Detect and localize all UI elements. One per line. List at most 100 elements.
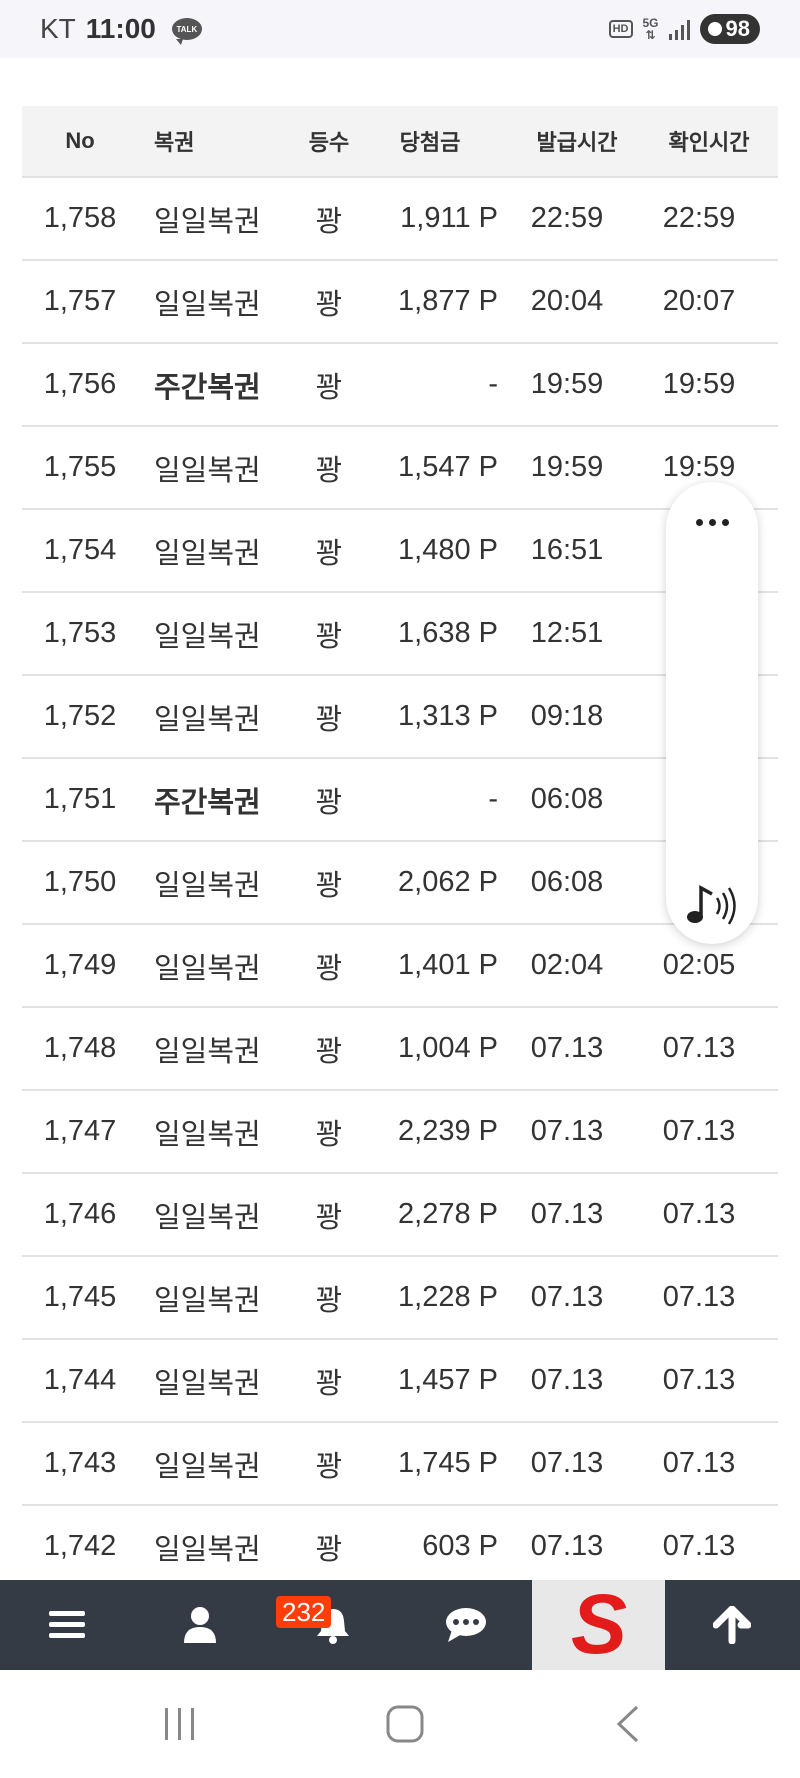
hd-voice-icon: HD [608,20,633,38]
table-row[interactable]: 1,758 일일복권 꽝 1,911 P 22:59 22:59 [22,178,778,261]
row-no: 1,751 [43,783,117,815]
row-type: 일일복권 [154,1450,261,1483]
row-no: 1,758 [43,202,117,234]
row-rank: 꽝 [315,1201,343,1234]
table-row[interactable]: 1,747 일일복권 꽝 2,239 P 07.13 07.13 [22,1091,778,1174]
row-type: 주간복권 [154,786,261,819]
row-rank: 꽝 [315,1118,343,1151]
row-prize: 1,638 P [398,617,498,649]
chat-icon [445,1608,486,1642]
row-no: 1,747 [43,1115,117,1147]
row-no: 1,756 [43,368,117,400]
table-row[interactable]: 1,742 일일복권 꽝 603 P 07.13 07.13 [22,1506,778,1589]
row-prize: - [488,368,498,400]
network-label: 5G [642,16,659,30]
row-issue-time: 07.13 [530,1115,604,1147]
row-issue-time: 02:04 [530,949,604,981]
row-check-time: 20:07 [662,285,736,317]
row-check-time: 07.13 [662,1198,736,1230]
floating-media-widget[interactable] [666,482,758,944]
row-issue-time: 07.13 [530,1281,604,1313]
recent-apps-button[interactable] [130,1670,230,1778]
row-check-time: 19:59 [662,368,736,400]
row-prize: 1,401 P [398,949,498,981]
row-check-time: 07.13 [662,1447,736,1479]
table-row[interactable]: 1,749 일일복권 꽝 1,401 P 02:04 02:05 [22,925,778,1008]
row-prize: 2,239 P [398,1115,498,1147]
header-issue-time: 발급시간 [536,130,618,155]
row-check-time: 07.13 [662,1115,736,1147]
row-prize: 2,062 P [398,866,498,898]
table-body: 1,758 일일복권 꽝 1,911 P 22:59 22:59 1,757 일일복권 꽝 1,8… [22,178,778,1589]
home-button[interactable] [355,1670,455,1778]
row-type: 일일복권 [154,1035,261,1068]
table-row[interactable]: 1,745 일일복권 꽝 1,228 P 07.13 07.13 [22,1257,778,1340]
row-rank: 꽝 [315,1284,343,1317]
row-type: 일일복권 [154,703,261,736]
row-prize: 1,911 P [400,202,498,234]
menu-button[interactable] [0,1580,133,1670]
row-no: 1,748 [43,1032,117,1064]
row-issue-time: 06:08 [530,866,604,898]
row-rank: 꽝 [315,454,343,487]
scroll-top-button[interactable] [665,1580,798,1670]
table-row[interactable]: 1,754 일일복권 꽝 1,480 P 16:51 [22,510,778,593]
header-rank: 등수 [308,130,350,155]
row-issue-time: 16:51 [530,534,604,566]
row-rank: 꽝 [315,288,343,321]
table-row[interactable]: 1,757 일일복권 꽝 1,877 P 20:04 20:07 [22,261,778,344]
row-no: 1,744 [43,1364,117,1396]
table-row[interactable]: 1,748 일일복권 꽝 1,004 P 07.13 07.13 [22,1008,778,1091]
table-row[interactable]: 1,752 일일복권 꽝 1,313 P 09:18 [22,676,778,759]
row-issue-time: 22:59 [530,202,604,234]
row-type: 일일복권 [154,620,261,653]
table-row[interactable]: 1,744 일일복권 꽝 1,457 P 07.13 07.13 [22,1340,778,1423]
row-rank: 꽝 [315,703,343,736]
header-no: No [65,128,95,153]
row-no: 1,754 [43,534,117,566]
row-check-time: 07.13 [662,1032,736,1064]
more-icon[interactable] [666,512,758,532]
table-row[interactable]: 1,753 일일복권 꽝 1,638 P 12:51 [22,593,778,676]
table-row[interactable]: 1,743 일일복권 꽝 1,745 P 07.13 07.13 [22,1423,778,1506]
battery-indicator: 98 [699,14,760,44]
bottom-nav: S [0,1580,800,1670]
lottery-history-table: No 복권 등수 당첨금 발급시간 확인시간 1,758 일일복권 꽝 1,911 P… [22,106,778,1589]
row-prize: - [488,783,498,815]
row-issue-time: 12:51 [530,617,604,649]
menu-icon [48,1611,85,1638]
table-row[interactable]: 1,751 주간복권 꽝 -06:08 [22,759,778,842]
table-row[interactable]: 1,750 일일복권 꽝 2,062 P 06:08 [22,842,778,925]
table-row[interactable]: 1,756 주간복권 꽝 -19:59 19:59 [22,344,778,427]
chat-button[interactable] [399,1580,532,1670]
table-row[interactable]: 1,746 일일복권 꽝 2,278 P 07.13 07.13 [22,1174,778,1257]
row-type: 일일복권 [154,288,261,321]
row-issue-time: 07.13 [530,1530,604,1562]
row-rank: 꽝 [315,869,343,902]
kakaotalk-icon: TALK [171,18,202,45]
profile-button[interactable] [133,1580,266,1670]
row-type: 일일복권 [154,1201,261,1234]
music-sound-icon[interactable] [684,882,740,931]
row-prize: 2,278 P [398,1198,498,1230]
row-no: 1,742 [43,1530,117,1562]
site-logo-button[interactable]: S [532,1580,665,1670]
row-check-time: 07.13 [662,1364,736,1396]
header-check-time: 확인시간 [668,130,750,155]
row-no: 1,750 [43,866,117,898]
row-rank: 꽝 [315,537,343,570]
status-bar: KT 11:00 TALK HD 5G ⇅ 98 [0,0,800,58]
row-no: 1,757 [43,285,117,317]
row-check-time: 07.13 [662,1530,736,1562]
logo-letter: S [570,1587,626,1663]
row-no: 1,753 [43,617,117,649]
table-row[interactable]: 1,755 일일복권 꽝 1,547 P 19:59 19:59 [22,427,778,510]
row-prize: 1,745 P [398,1447,498,1479]
row-type: 일일복권 [154,1367,261,1400]
back-button[interactable] [578,1670,678,1778]
status-left: KT 11:00 TALK [40,0,202,58]
row-prize: 1,004 P [398,1032,498,1064]
network-5g-icon: 5G ⇅ [642,16,659,42]
arrow-up-icon [712,1606,751,1644]
row-rank: 꽝 [315,786,343,819]
